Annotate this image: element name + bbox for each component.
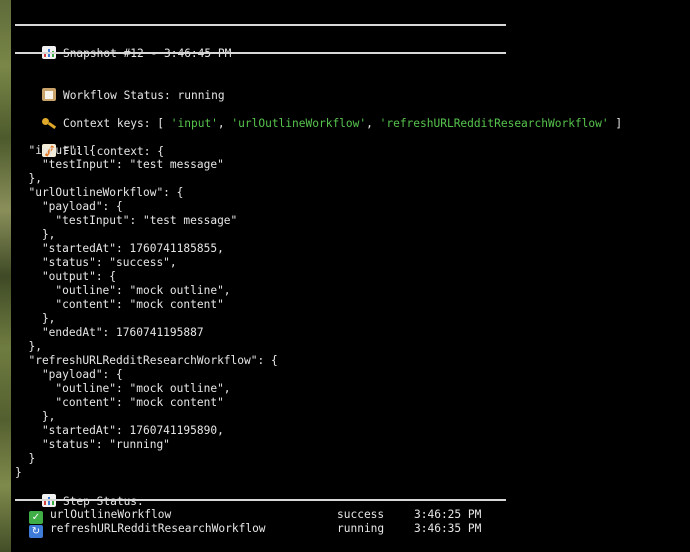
terminal-window[interactable]: Snapshot #12 - 3:46:45 PM Workflow Statu… — [11, 0, 690, 552]
workflow-status-label: Workflow Status: — [62, 89, 171, 102]
context-line: "payload": { — [15, 368, 123, 381]
context-line: "refreshURLRedditResearchWorkflow": { — [15, 354, 278, 367]
context-line: } — [15, 452, 36, 465]
context-line: "testInput": "test message" — [15, 158, 224, 171]
separator-bottom — [15, 52, 506, 54]
workflow-status-line: Workflow Status: running — [15, 74, 225, 102]
context-line: }, — [15, 228, 56, 241]
context-line: "status": "success", — [15, 256, 177, 269]
step-name: urlOutlineWorkflow — [50, 508, 172, 521]
snapshot-header: Snapshot #12 - 3:46:45 PM — [15, 32, 231, 60]
context-keys-label: Context keys: — [62, 117, 151, 130]
context-line: "status": "running" — [15, 438, 170, 451]
context-key: 'urlOutlineWorkflow' — [231, 117, 367, 130]
context-keys-line: Context keys: [ 'input', 'urlOutlineWork… — [15, 102, 622, 130]
context-line: }, — [15, 410, 56, 423]
full-context-header: Full context: { — [15, 130, 164, 158]
context-line: "startedAt": 1760741185855, — [15, 242, 224, 255]
step-time: 3:46:25 PM — [414, 508, 482, 521]
context-key: 'input' — [170, 117, 218, 130]
context-line: "output": { — [15, 270, 117, 283]
context-line: "outline": "mock outline", — [15, 382, 231, 395]
refresh-icon: ↻ — [29, 522, 43, 538]
step-time: 3:46:35 PM — [414, 522, 482, 535]
context-key: 'refreshURLRedditResearchWorkflow' — [379, 117, 609, 130]
step-status: success — [337, 508, 385, 521]
context-line: "payload": { — [15, 200, 123, 213]
context-line: "content": "mock content" — [15, 396, 224, 409]
context-line: }, — [15, 312, 56, 325]
check-icon: ✓ — [29, 508, 43, 524]
context-line: }, — [15, 172, 42, 185]
clipboard-icon — [41, 88, 56, 101]
step-status-header: Step Status: — [15, 480, 144, 508]
step-status: running — [337, 522, 385, 535]
context-keys-close: ] — [615, 117, 623, 130]
context-line: } — [15, 466, 22, 479]
context-line: "startedAt": 1760741195890, — [15, 424, 224, 437]
context-line: "content": "mock content" — [15, 298, 224, 311]
separator-top — [15, 24, 506, 26]
context-keys-open: [ — [157, 117, 165, 130]
step-status-label: Step Status: — [62, 495, 144, 508]
context-line: "outline": "mock outline", — [15, 284, 231, 297]
context-line: "testInput": "test message" — [15, 214, 238, 227]
workflow-status-value: running — [177, 89, 225, 102]
step-name: refreshURLRedditResearchWorkflow — [50, 522, 266, 535]
context-line: "input": { — [15, 144, 96, 157]
step-status-separator — [15, 499, 506, 501]
context-line: "endedAt": 1760741195887 — [15, 326, 204, 339]
desktop-wallpaper-edge — [0, 0, 11, 552]
key-icon — [41, 116, 56, 129]
context-line: }, — [15, 340, 42, 353]
context-line: "urlOutlineWorkflow": { — [15, 186, 184, 199]
